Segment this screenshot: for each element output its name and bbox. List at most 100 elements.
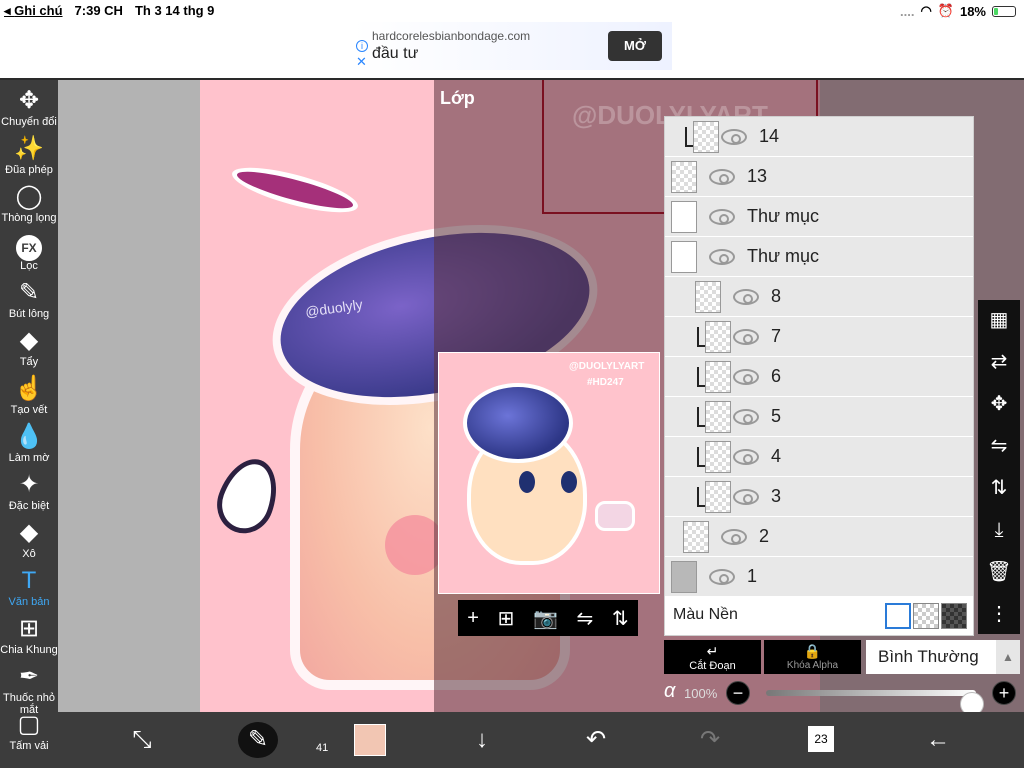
layer-name: 6 — [771, 366, 782, 386]
ad-banner[interactable]: i ✕ hardcorelesbianbondage.com đầu tư MỞ — [352, 22, 672, 70]
visibility-eye-icon[interactable] — [733, 329, 759, 345]
merge-down-icon[interactable]: ⤓ — [978, 510, 1020, 550]
tool-move[interactable]: ✥ Chuyển đổi — [0, 86, 58, 134]
tool-brush[interactable]: ✎ Bút lông — [0, 278, 58, 326]
clipping-button[interactable]: ↵ Cắt Đoạn — [664, 640, 761, 674]
alpha-lock-button[interactable]: 🔒 Khóa Alpha — [764, 640, 861, 674]
layer-row[interactable]: 2 — [665, 517, 973, 557]
tool-blur-drop[interactable]: 💧 Làm mờ — [0, 422, 58, 470]
add-layer-copy-icon[interactable]: ⊞ — [498, 606, 515, 631]
alpha-lock-icon: 🔒 — [803, 643, 822, 659]
tool-special[interactable]: ✦ Đặc biệt — [0, 470, 58, 518]
current-color-swatch[interactable] — [354, 724, 386, 756]
visibility-eye-icon[interactable] — [709, 569, 735, 585]
flip-layer-horizontal-icon[interactable]: ⇋ — [978, 426, 1020, 466]
layer-row[interactable]: 13 — [665, 157, 973, 197]
visibility-eye-icon[interactable] — [721, 529, 747, 545]
move-layer-icon[interactable]: ✥ — [978, 384, 1020, 424]
tool-magic-wand[interactable]: ✨ Đũa phép — [0, 134, 58, 182]
tool-lasso[interactable]: ◯ Thòng lọng — [0, 182, 58, 230]
visibility-eye-icon[interactable] — [733, 369, 759, 385]
wifi-icon: ◠ — [920, 3, 932, 18]
alpha-lock-label: Khóa Alpha — [786, 660, 839, 671]
layer-row[interactable]: 3 — [665, 477, 973, 517]
camera-icon[interactable]: 📷 — [533, 606, 558, 631]
visibility-eye-icon[interactable] — [709, 249, 735, 265]
blend-mode-select[interactable]: Bình Thường — [866, 640, 996, 674]
preview-hashtag: #HD247 — [587, 377, 624, 388]
opacity-slider[interactable] — [766, 690, 984, 716]
brush-size-value: 41 — [316, 742, 329, 754]
pages-count[interactable]: 23 — [808, 726, 834, 752]
bg-transparent-swatch[interactable] — [913, 603, 939, 629]
blend-mode-arrow-icon[interactable]: ▲ — [996, 640, 1020, 674]
ad-info-icon[interactable]: i — [356, 40, 368, 52]
flip-horizontal-icon[interactable]: ⇋ — [576, 606, 593, 631]
undo-icon[interactable]: ↶ — [576, 722, 616, 758]
layer-row[interactable]: Thư mục — [665, 197, 973, 237]
tool-eraser[interactable]: ◆ Tẩy — [0, 326, 58, 374]
art-water-drop — [208, 450, 288, 542]
tool-text[interactable]: T Văn bản — [0, 566, 58, 614]
tool-eyedropper[interactable]: ✒ Thuốc nhỏ mắt — [0, 662, 58, 716]
layer-preview-thumbnail: @DUOLYLYART #HD247 — [438, 352, 660, 594]
smudge-icon: ☝ — [14, 375, 44, 402]
opacity-increase-button[interactable]: + — [992, 681, 1016, 705]
more-options-icon[interactable]: ⋮ — [978, 594, 1020, 634]
tool-label: Lọc — [20, 260, 38, 272]
tool-label: Tạo vết — [10, 404, 48, 416]
layer-row[interactable]: 4 — [665, 437, 973, 477]
flip-layer-vertical-icon[interactable]: ⇅ — [978, 468, 1020, 508]
tool-bucket[interactable]: ◆ Xô — [0, 518, 58, 566]
preview-hand — [595, 501, 635, 531]
layer-row[interactable]: 7 — [665, 317, 973, 357]
blur-drop-icon: 💧 — [14, 423, 44, 450]
tool-smudge[interactable]: ☝ Tạo vết — [0, 374, 58, 422]
ad-open-button[interactable]: MỞ — [608, 31, 662, 61]
opacity-row: α 100% − + — [664, 680, 1020, 716]
visibility-eye-icon[interactable] — [733, 409, 759, 425]
visibility-eye-icon[interactable] — [733, 489, 759, 505]
back-arrow-icon[interactable]: ← — [918, 722, 958, 758]
move-icon: ✥ — [18, 87, 40, 114]
folder-icon — [671, 241, 697, 273]
back-to-notes-link[interactable]: ◂ Ghi chú — [4, 3, 63, 19]
add-layer-icon[interactable]: + — [467, 607, 479, 630]
layer-row[interactable]: 6 — [665, 357, 973, 397]
bg-dark-swatch[interactable] — [941, 603, 967, 629]
redo-icon[interactable]: ↷ — [690, 722, 730, 758]
tool-label: Chuyển đổi — [1, 116, 57, 128]
tool-label: Chia Khung — [0, 644, 58, 656]
delete-layer-icon[interactable]: 🗑 — [978, 552, 1020, 592]
tool-filter-fx[interactable]: FX Lọc — [0, 230, 58, 278]
visibility-eye-icon[interactable] — [709, 169, 735, 185]
flip-vertical-icon[interactable]: ⇅ — [612, 606, 629, 631]
tool-label: Thòng lọng — [1, 212, 57, 224]
transparency-grid-icon[interactable]: ▦ — [978, 300, 1020, 340]
visibility-eye-icon[interactable] — [733, 449, 759, 465]
layer-row[interactable]: 8 — [665, 277, 973, 317]
visibility-eye-icon[interactable] — [733, 289, 759, 305]
opacity-decrease-button[interactable]: − — [726, 681, 750, 705]
layer-thumbnail — [705, 321, 731, 353]
layer-name: 5 — [771, 406, 782, 426]
bg-white-swatch[interactable] — [885, 603, 911, 629]
tool-canvas[interactable]: ▢ Tấm vải — [0, 710, 58, 758]
visibility-eye-icon[interactable] — [721, 129, 747, 145]
transform-arrows-icon[interactable]: ⤡ — [122, 722, 162, 758]
layer-list[interactable]: Màu Nền 14 13 Thư mục Thư mục 8 7 6 5 4 3 2 1 — [664, 116, 974, 636]
layer-row[interactable]: 5 — [665, 397, 973, 437]
tool-frame-divider[interactable]: ⊞ Chia Khung — [0, 614, 58, 662]
tool-label: Bút lông — [8, 308, 50, 320]
magic-wand-icon: ✨ — [14, 135, 44, 162]
visibility-eye-icon[interactable] — [709, 209, 735, 225]
layer-swap-icon[interactable]: ⇄ — [978, 342, 1020, 382]
layer-row[interactable]: 14 — [665, 117, 973, 157]
status-bar: ◂ Ghi chú 7:39 CH Th 3 14 thg 9 .... ◠ ⏰… — [0, 0, 1024, 20]
down-arrow-icon[interactable]: ↓ — [462, 722, 502, 758]
layer-row[interactable]: Thư mục — [665, 237, 973, 277]
ad-close-icon[interactable]: ✕ — [356, 54, 367, 70]
layer-row[interactable]: 1 — [665, 557, 973, 597]
layers-panel-title: Lớp — [440, 88, 475, 108]
brush-size-icon[interactable]: ✎ — [238, 722, 278, 758]
